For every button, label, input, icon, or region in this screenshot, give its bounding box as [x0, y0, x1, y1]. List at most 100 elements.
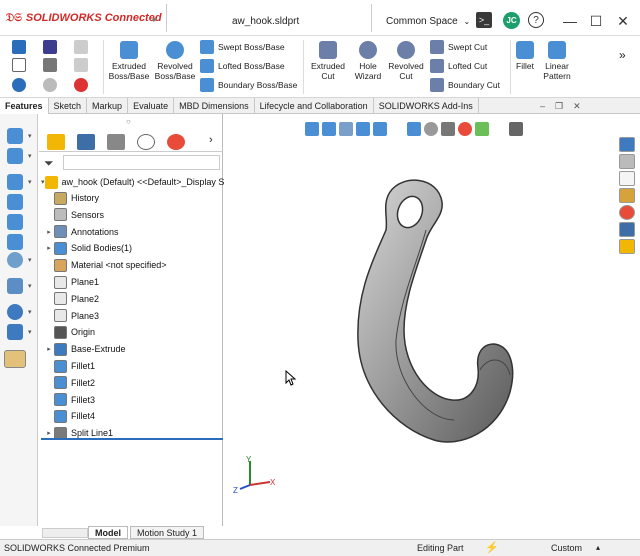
revolved-cut-button[interactable]: Revolved Cut: [386, 38, 426, 81]
tab-evaluate[interactable]: Evaluate: [128, 98, 175, 114]
undo-icon[interactable]: [74, 40, 88, 54]
save-icon[interactable]: [43, 40, 57, 54]
property-manager-tab-icon[interactable]: [77, 134, 95, 150]
doc-close-icon[interactable]: ✕: [573, 101, 581, 112]
cube-icon[interactable]: [7, 174, 23, 190]
extrude-icon[interactable]: [7, 214, 23, 230]
chevron-down-icon[interactable]: ▾: [41, 178, 45, 186]
tab-scroll-buttons[interactable]: [42, 528, 88, 538]
tree-item[interactable]: Plane2: [44, 291, 226, 307]
chevron-down-icon[interactable]: ▾: [28, 328, 32, 336]
lofted-boss-button[interactable]: Lofted Boss/Base: [200, 59, 285, 73]
tree-item[interactable]: Sensors: [44, 207, 226, 223]
tree-item[interactable]: Fillet2: [44, 375, 226, 391]
view-palette-icon[interactable]: [619, 188, 635, 203]
chevron-down-icon[interactable]: ▾: [28, 152, 32, 160]
bottom-tab-motion-study-1[interactable]: Motion Study 1: [130, 526, 205, 539]
chevron-up-icon[interactable]: ▴: [596, 543, 600, 552]
chevron-down-icon[interactable]: ▾: [28, 132, 32, 140]
measure-icon[interactable]: [4, 350, 26, 368]
mirror-icon[interactable]: [7, 278, 23, 294]
options-gear-icon[interactable]: [43, 78, 57, 92]
command-prompt-icon[interactable]: >_: [476, 12, 492, 28]
zoom-to-fit-icon[interactable]: [305, 122, 319, 136]
tab-lifecycle-and-collaboration[interactable]: Lifecycle and Collaboration: [255, 98, 374, 114]
hook-body[interactable]: [357, 179, 514, 443]
curve-icon[interactable]: [7, 324, 23, 340]
tree-item[interactable]: ▸ Solid Bodies(1): [44, 240, 226, 256]
hole-wizard-button[interactable]: Hole Wizard: [350, 38, 386, 81]
tab-sketch[interactable]: Sketch: [49, 98, 88, 114]
bottom-tab-model[interactable]: Model: [88, 526, 128, 539]
custom-properties-icon[interactable]: [619, 222, 635, 237]
lofted-cut-button[interactable]: Lofted Cut: [430, 59, 487, 73]
display-style-icon[interactable]: [424, 122, 438, 136]
hook-model[interactable]: [330, 170, 520, 460]
zoom-to-area-icon[interactable]: [322, 122, 336, 136]
rebuild-icon[interactable]: [74, 78, 88, 92]
file-explorer-icon[interactable]: [619, 171, 635, 186]
panel-pin-icon[interactable]: ○: [126, 117, 131, 126]
tree-item[interactable]: ▸ Annotations: [44, 224, 226, 240]
solidworks-logo[interactable]: 𝔇𝔖 SOLIDWORKS Connected: [6, 12, 162, 25]
design-library-icon[interactable]: [619, 154, 635, 169]
minimize-button[interactable]: —: [561, 12, 579, 30]
chevron-down-icon[interactable]: ▾: [28, 282, 32, 290]
feature-manager-tab-icon[interactable]: [47, 134, 65, 150]
filter-icon[interactable]: ⏷: [44, 156, 54, 171]
configuration-manager-tab-icon[interactable]: [107, 134, 125, 150]
chevron-down-icon[interactable]: ▾: [28, 256, 32, 264]
space-selector[interactable]: Common Space ⌄: [386, 16, 470, 27]
part-icon[interactable]: [7, 128, 23, 144]
doc-minimize-icon[interactable]: –: [540, 101, 545, 112]
solidworks-resources-icon[interactable]: [619, 137, 635, 152]
chevron-down-icon[interactable]: ▾: [28, 178, 32, 186]
apply-scene-icon[interactable]: [475, 122, 489, 136]
tree-root-part[interactable]: ▾ aw_hook (Default) <<Default>_Display S: [41, 174, 224, 190]
new-document-icon[interactable]: [12, 58, 26, 72]
boundary-boss-button[interactable]: Boundary Boss/Base: [200, 78, 297, 92]
chevron-right-icon[interactable]: ▸: [44, 429, 54, 437]
chevron-right-icon[interactable]: ▸: [44, 345, 54, 353]
tree-item[interactable]: Plane3: [44, 308, 226, 324]
previous-view-icon[interactable]: [339, 122, 353, 136]
chevron-down-icon[interactable]: ▾: [28, 308, 32, 316]
section-view-icon[interactable]: [356, 122, 370, 136]
maximize-button[interactable]: ☐: [587, 12, 605, 30]
tree-item[interactable]: Material <not specified>: [44, 257, 226, 273]
tab-mbd-dimensions[interactable]: MBD Dimensions: [174, 98, 255, 114]
point-icon[interactable]: [7, 304, 23, 320]
tree-item[interactable]: ▸ Base-Extrude: [44, 341, 226, 357]
home-icon[interactable]: [12, 40, 26, 54]
appearances-icon[interactable]: [619, 205, 635, 220]
swept-cut-button[interactable]: Swept Cut: [430, 40, 487, 54]
edit-appearance-icon[interactable]: [458, 122, 472, 136]
extruded-cut-button[interactable]: Extruded Cut: [306, 38, 350, 81]
close-button[interactable]: ✕: [614, 12, 632, 30]
rebuild-status-icon[interactable]: ⚡: [485, 541, 499, 554]
tab-features[interactable]: Features: [0, 98, 49, 114]
hide-show-items-icon[interactable]: [441, 122, 455, 136]
select-arrow-icon[interactable]: [12, 78, 26, 92]
swept-boss-button[interactable]: Swept Boss/Base: [200, 40, 285, 54]
help-icon[interactable]: ?: [528, 12, 544, 28]
box-icon[interactable]: [7, 194, 23, 210]
avatar[interactable]: JC: [503, 12, 520, 29]
filter-field[interactable]: [63, 155, 220, 170]
linear-pattern-button[interactable]: Linear Pattern: [538, 38, 576, 81]
print-icon[interactable]: [43, 58, 57, 72]
boundary-cut-button[interactable]: Boundary Cut: [430, 78, 500, 92]
logo-menu-chevron-icon[interactable]: ▸: [153, 14, 158, 25]
units-selector[interactable]: Custom: [551, 543, 582, 553]
tree-item[interactable]: Fillet3: [44, 392, 226, 408]
tree-item[interactable]: Plane1: [44, 274, 226, 290]
revolved-boss-button[interactable]: Revolved Boss/Base: [154, 38, 196, 81]
tab-solidworks-add-ins[interactable]: SOLIDWORKS Add-Ins: [374, 98, 479, 114]
rollback-bar[interactable]: [41, 438, 223, 440]
fillet-button[interactable]: Fillet: [512, 38, 538, 71]
body-icon[interactable]: [7, 234, 23, 250]
notes-icon[interactable]: [619, 239, 635, 254]
tree-item[interactable]: History: [44, 190, 226, 206]
view-orientation-icon[interactable]: [407, 122, 421, 136]
chevron-right-icon[interactable]: ▸: [44, 228, 54, 236]
